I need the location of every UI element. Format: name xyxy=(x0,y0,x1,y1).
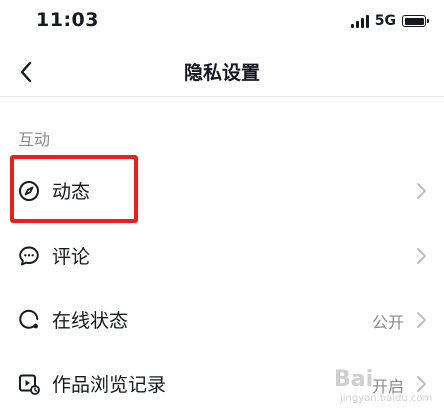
chevron-right-icon xyxy=(417,248,426,264)
list-item-value: 公开 xyxy=(371,313,404,332)
list-item-moments[interactable]: 动态 xyxy=(0,163,444,219)
list-item-label: 作品浏览记录 xyxy=(52,374,167,396)
signal-icon xyxy=(350,14,369,28)
video-history-icon xyxy=(18,373,40,395)
section-header-interaction: 互动 xyxy=(18,130,51,149)
chevron-right-icon xyxy=(417,376,426,392)
chevron-right-icon xyxy=(417,183,426,199)
status-time: 11:03 xyxy=(36,9,99,31)
navigation-bar: 隐私设置 xyxy=(0,48,444,97)
battery-icon xyxy=(402,15,429,27)
compass-icon xyxy=(18,180,40,202)
list-item-online-status[interactable]: 在线状态 公开 xyxy=(0,292,444,348)
list-item-label: 评论 xyxy=(52,246,91,268)
list-item-label: 在线状态 xyxy=(52,310,129,332)
list-item-value: 开启 xyxy=(371,377,404,396)
list-item-view-history[interactable]: 作品浏览记录 开启 xyxy=(0,356,444,412)
status-bar: 11:03 5G xyxy=(0,0,444,44)
chevron-right-icon xyxy=(417,312,426,328)
list-item-label: 动态 xyxy=(52,181,91,203)
page-title: 隐私设置 xyxy=(183,62,260,84)
network-type: 5G xyxy=(374,13,396,29)
status-indicators: 5G xyxy=(350,12,429,30)
chat-bubble-icon xyxy=(18,245,40,267)
online-status-icon xyxy=(18,309,40,331)
list-item-comments[interactable]: 评论 xyxy=(0,228,444,284)
